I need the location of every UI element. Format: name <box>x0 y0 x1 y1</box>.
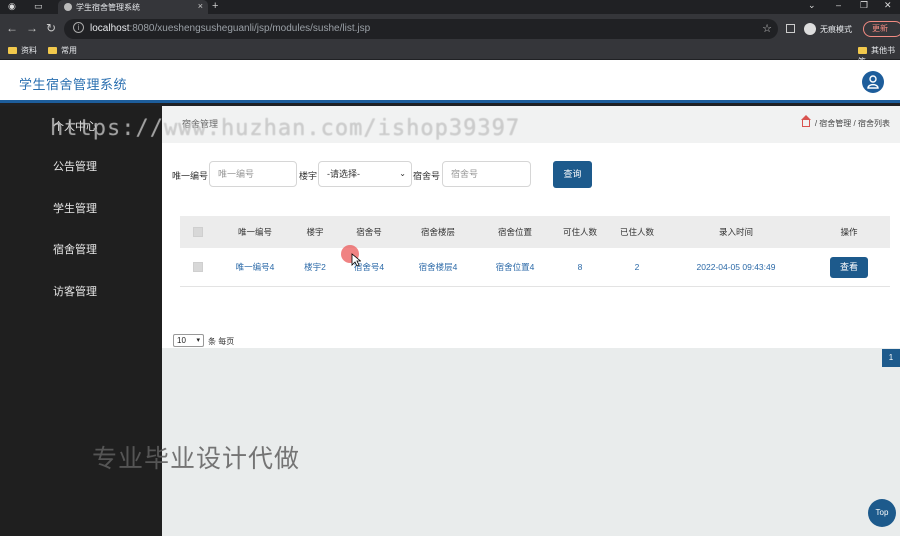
id-search-input[interactable]: 唯一编号 <box>209 161 297 187</box>
url-host: localhost <box>90 23 130 34</box>
checkbox-icon <box>193 262 203 272</box>
chevron-down-icon: ▾ <box>196 337 200 344</box>
folder-icon <box>48 47 57 54</box>
minimize-icon[interactable]: – <box>836 0 841 10</box>
back-to-top-button[interactable]: Top <box>868 499 896 527</box>
column-header: 操作 <box>840 227 858 237</box>
browser-tab-strip: ◉ ▭ 学生宿舍管理系统 × + ⌄ – ❐ ✕ <box>0 0 900 14</box>
new-tab-button[interactable]: + <box>212 0 218 12</box>
table-row: 唯一编号4 楼宇2 宿舍号4 宿舍楼层4 宿舍位置4 8 2 2022-04-0… <box>180 248 890 287</box>
tab-title: 学生宿舍管理系统 <box>76 3 140 12</box>
cell-created: 2022-04-05 09:43:49 <box>696 262 776 272</box>
folder-icon <box>8 47 17 54</box>
browser-tab-active[interactable]: 学生宿舍管理系统 × <box>58 0 208 14</box>
breadcrumb-item: 宿舍列表 <box>858 119 890 128</box>
column-header: 录入时间 <box>718 227 753 237</box>
cell-floor: 宿舍楼层4 <box>418 262 458 272</box>
app-header: 学生宿舍管理系统 <box>0 60 900 103</box>
chevron-down-icon: ⌄ <box>399 169 406 178</box>
app-title: 学生宿舍管理系统 <box>19 77 128 92</box>
bookmark-label: 常用 <box>61 46 77 55</box>
bookmark-label: 资料 <box>21 46 37 55</box>
tab-inactive-icon[interactable]: ▭ <box>34 1 43 12</box>
address-bar[interactable]: i localhost:8080/xueshengsusheguanli/jsp… <box>64 19 778 39</box>
building-select[interactable]: -请选择- ⌄ <box>318 161 412 187</box>
back-icon[interactable]: ← <box>6 21 18 35</box>
column-header: 宿舍楼层 <box>420 227 455 237</box>
room-search-input[interactable]: 宿舍号 <box>442 161 531 187</box>
row-checkbox[interactable] <box>186 248 210 286</box>
bookmark-folder[interactable]: 常用 <box>48 45 77 56</box>
cell-building: 楼宇2 <box>304 262 326 272</box>
forward-icon[interactable]: → <box>26 21 38 35</box>
incognito-label: 无痕模式 <box>820 25 852 34</box>
user-avatar[interactable] <box>862 71 884 93</box>
browser-toolbar: ← → ↻ i localhost:8080/xueshengsusheguan… <box>0 14 900 42</box>
page-size-select[interactable]: 10 ▾ <box>173 334 204 347</box>
per-page-label: 条 每页 <box>208 337 235 346</box>
url-text: localhost:8080/xueshengsusheguanli/jsp/m… <box>90 23 370 34</box>
sidebar-item-notices[interactable]: 公告管理 <box>53 158 97 174</box>
tab-favicon-icon <box>64 3 72 11</box>
building-select-value: -请选择- <box>327 169 360 179</box>
incognito-icon <box>804 23 816 35</box>
breadcrumb: / 宿舍管理 / 宿舍列表 <box>800 115 890 129</box>
column-header: 可住人数 <box>562 227 597 237</box>
column-header: 已住人数 <box>619 227 654 237</box>
list-panel: 唯一编号 唯一编号 楼宇 -请选择- ⌄ 宿舍号 宿舍号 查询 唯一编号 楼宇 … <box>162 143 900 367</box>
column-header: 楼宇 <box>306 227 324 237</box>
cell-id: 唯一编号4 <box>235 262 275 272</box>
page-size-value: 10 <box>177 336 186 345</box>
table-header-row: 唯一编号 楼宇 宿舍号 宿舍楼层 宿舍位置 可住人数 已住人数 录入时间 操作 <box>180 216 890 248</box>
bookmark-star-icon[interactable]: ☆ <box>762 22 772 35</box>
query-button[interactable]: 查询 <box>553 161 592 188</box>
watermark-text: 专业毕业设计代做 <box>92 445 301 473</box>
side-panel-icon[interactable] <box>786 24 795 33</box>
column-header: 宿舍号 <box>356 227 382 237</box>
window-close-icon[interactable]: ✕ <box>884 0 892 11</box>
home-icon[interactable] <box>800 115 811 127</box>
tab-search-icon[interactable]: ⌄ <box>808 0 816 11</box>
sidebar-item-students[interactable]: 学生管理 <box>53 200 97 216</box>
cell-occupied: 2 <box>634 262 640 272</box>
sidebar-item-visitors[interactable]: 访客管理 <box>53 283 97 299</box>
screen: ◉ ▭ 学生宿舍管理系统 × + ⌄ – ❐ ✕ ← → ↻ i localho… <box>0 0 900 536</box>
select-all-checkbox[interactable] <box>186 216 210 248</box>
reload-icon[interactable]: ↻ <box>46 21 56 35</box>
checkbox-icon <box>193 227 203 237</box>
bookmarks-bar: 资料 常用 其他书签 <box>0 42 900 66</box>
site-info-icon[interactable]: i <box>73 22 84 33</box>
cell-action: 查看 <box>810 248 888 286</box>
restore-icon[interactable]: ❐ <box>860 0 868 11</box>
breadcrumb-separator: / <box>814 119 818 128</box>
column-header: 唯一编号 <box>237 227 272 237</box>
label-building: 楼宇 <box>299 171 318 181</box>
folder-icon <box>858 47 867 54</box>
breadcrumb-separator: / <box>853 119 856 128</box>
bookmark-folder[interactable]: 资料 <box>8 45 37 56</box>
page-number-current[interactable]: 1 <box>882 349 900 367</box>
label-id: 唯一编号 <box>172 171 209 181</box>
sidebar-item-dorms[interactable]: 宿舍管理 <box>53 241 97 257</box>
mouse-cursor-icon <box>351 253 361 267</box>
column-header: 宿舍位置 <box>497 227 532 237</box>
update-button[interactable]: 更新 <box>863 21 900 37</box>
browser-menu-icon[interactable]: ◉ <box>8 1 16 12</box>
cell-location: 宿舍位置4 <box>495 262 535 272</box>
url-path: :8080/xueshengsusheguanli/jsp/modules/su… <box>129 23 371 34</box>
cell-capacity: 8 <box>577 262 583 272</box>
tab-close-icon[interactable]: × <box>198 1 203 11</box>
view-button[interactable]: 查看 <box>830 256 868 278</box>
watermark-url: https://www.huzhan.com/ishop39397 <box>50 116 521 141</box>
user-icon <box>867 75 879 89</box>
label-room: 宿舍号 <box>413 171 441 181</box>
breadcrumb-item[interactable]: 宿舍管理 <box>819 119 851 128</box>
